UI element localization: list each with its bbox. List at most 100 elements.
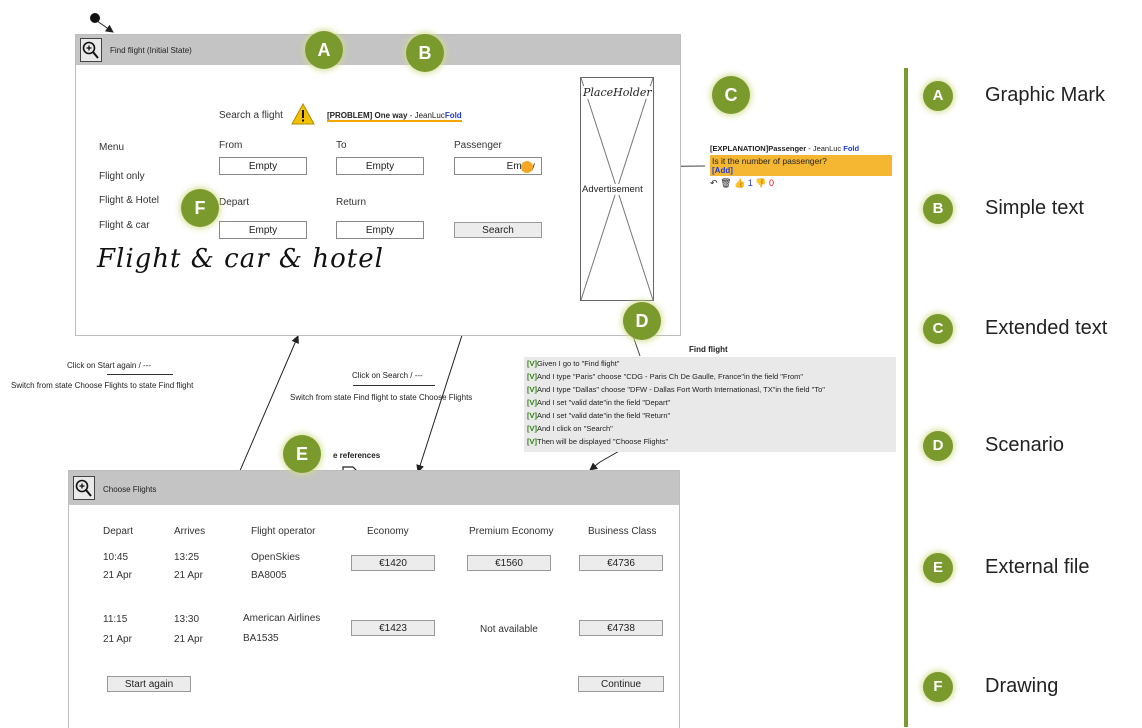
badge-a: A xyxy=(305,31,343,69)
badge-c: C xyxy=(712,76,750,114)
legend-badge-d: D xyxy=(923,431,953,461)
badge-b: B xyxy=(406,34,444,72)
row1-code: BA8005 xyxy=(251,570,287,581)
row2-business-button[interactable]: €4738 xyxy=(579,620,663,636)
choose-flights-title: Choose Flights xyxy=(103,485,157,494)
menu-heading: Menu xyxy=(99,142,125,153)
return-field[interactable]: Empty xyxy=(336,221,424,239)
legend-extended-text: Extended text xyxy=(985,317,1108,339)
legend-badge-f: F xyxy=(923,672,953,702)
explanation-comment[interactable]: [EXPLANATION]Passenger - JeanLuc Fold Is… xyxy=(710,144,892,189)
return-label: Return xyxy=(336,197,367,208)
find-flight-titlebar: Find flight (Initial State) xyxy=(76,35,680,65)
comment-author: JeanLuc xyxy=(812,144,842,153)
legend-external-file: External file xyxy=(985,556,1090,578)
row2-arrive: 13:30 xyxy=(174,614,200,625)
to-field[interactable]: Empty xyxy=(336,157,424,175)
handwritten-drawing: Flight & car & hotel xyxy=(97,244,384,274)
badge-f: F xyxy=(181,189,219,227)
comment-text: Is it the number of passenger? xyxy=(712,156,827,166)
transition-start-desc: Switch from state Choose Flights to stat… xyxy=(11,381,194,390)
search-button[interactable]: Search xyxy=(454,222,542,238)
row1-arrive: 13:25 xyxy=(174,552,200,563)
row1-operator: OpenSkies xyxy=(251,552,300,563)
comment-body: Is it the number of passenger? [Add] xyxy=(710,155,892,176)
find-flight-title: Find flight (Initial State) xyxy=(110,46,192,55)
search-flight-label: Search a flight xyxy=(219,110,283,121)
comment-fold-link[interactable]: Fold xyxy=(843,144,859,153)
scenario-step: [V]Given I go to "Find flight" xyxy=(527,359,620,368)
legend-drawing: Drawing xyxy=(985,675,1059,697)
row1-premium-button[interactable]: €1560 xyxy=(467,555,551,571)
legend-badge-a: A xyxy=(923,81,953,111)
row2-arrive-date: 21 Apr xyxy=(174,634,203,645)
row2-code: BA1535 xyxy=(243,633,279,644)
depart-label: Depart xyxy=(219,197,250,208)
from-label: From xyxy=(219,140,243,151)
menu-flight-only[interactable]: Flight only xyxy=(99,171,145,182)
scenario-title: Find flight xyxy=(689,345,728,354)
thumbs-up-icon[interactable]: 👍 xyxy=(734,178,745,188)
row2-operator: American Airlines xyxy=(243,613,321,624)
row1-business-button[interactable]: €4736 xyxy=(579,555,663,571)
from-field[interactable]: Empty xyxy=(219,157,307,175)
header-premium: Premium Economy xyxy=(469,526,554,537)
choose-flights-titlebar: Choose Flights xyxy=(69,471,679,505)
header-arrives: Arrives xyxy=(174,526,206,537)
legend-graphic-mark: Graphic Mark xyxy=(985,84,1106,106)
legend-scenario: Scenario xyxy=(985,434,1064,456)
row1-depart-date: 21 Apr xyxy=(103,570,132,581)
menu-flight-car[interactable]: Flight & car xyxy=(99,220,150,231)
zoom-icon[interactable] xyxy=(73,476,95,500)
row2-economy-button[interactable]: €1423 xyxy=(351,620,435,636)
continue-button[interactable]: Continue xyxy=(578,676,664,692)
thumbs-down-icon[interactable]: 👎 xyxy=(755,178,766,188)
scenario-step: [V]And I set "valid date"in the field "D… xyxy=(527,398,671,407)
scenario-box: [V]Given I go to "Find flight" [V]And I … xyxy=(524,357,896,452)
transition-search-desc: Switch from state Find flight to state C… xyxy=(290,393,473,402)
comment-anchor-dot[interactable] xyxy=(521,161,533,173)
badge-d: D xyxy=(623,302,661,340)
transition-start-action: Click on Start again / --- xyxy=(67,361,152,370)
start-again-button[interactable]: Start again xyxy=(107,676,191,692)
transition-search-divider xyxy=(353,385,435,386)
problem-fold-link[interactable]: Fold xyxy=(445,111,462,120)
legend-badge-c: C xyxy=(923,314,953,344)
problem-author: JeanLuc xyxy=(414,111,445,120)
header-operator: Flight operator xyxy=(251,526,316,537)
depart-field[interactable]: Empty xyxy=(219,221,307,239)
comment-add-link[interactable]: [Add] xyxy=(712,166,890,175)
header-depart: Depart xyxy=(103,526,134,537)
row1-economy-button[interactable]: €1420 xyxy=(351,555,435,571)
warning-icon[interactable] xyxy=(291,103,315,125)
find-flight-screen: Find flight (Initial State) Search a fli… xyxy=(75,34,681,336)
scenario-step: [V]And I click on "Search" xyxy=(527,424,613,433)
comment-header: [EXPLANATION]Passenger - JeanLuc Fold xyxy=(710,144,860,153)
header-business: Business Class xyxy=(588,526,657,537)
trash-icon[interactable]: 🗑 xyxy=(720,178,731,188)
comment-tag: [EXPLANATION]Passenger xyxy=(710,144,807,153)
dislike-count: 0 xyxy=(769,178,775,188)
transition-search-action: Click on Search / --- xyxy=(352,371,423,380)
zoom-icon[interactable] xyxy=(80,38,102,62)
legend-badge-e: E xyxy=(923,553,953,583)
scenario-step: [V]And I type "Dallas" choose "DFW - Dal… xyxy=(527,385,825,394)
like-count: 1 xyxy=(747,178,753,188)
row1-arrive-date: 21 Apr xyxy=(174,570,203,581)
legend-simple-text: Simple text xyxy=(985,197,1084,219)
reply-icon[interactable]: ↶ xyxy=(710,178,718,188)
badge-e: E xyxy=(283,435,321,473)
problem-tag: [PROBLEM] One way xyxy=(327,111,408,120)
menu-flight-hotel[interactable]: Flight & Hotel xyxy=(99,195,159,206)
header-economy: Economy xyxy=(367,526,409,537)
row2-premium-unavailable: Not available xyxy=(480,624,538,635)
passenger-label: Passenger xyxy=(454,140,502,151)
row2-depart: 11:15 xyxy=(103,614,128,625)
scenario-step: [V]And I type "Paris" choose "CDG - Pari… xyxy=(527,372,804,381)
legend-bar xyxy=(904,68,908,727)
problem-note[interactable]: [PROBLEM] One way - JeanLucFold xyxy=(327,111,462,122)
row1-depart: 10:45 xyxy=(103,552,129,563)
scenario-step: [V]And I set "valid date"in the field "R… xyxy=(527,411,671,420)
transition-start-divider xyxy=(107,374,173,375)
row2-depart-date: 21 Apr xyxy=(103,634,132,645)
